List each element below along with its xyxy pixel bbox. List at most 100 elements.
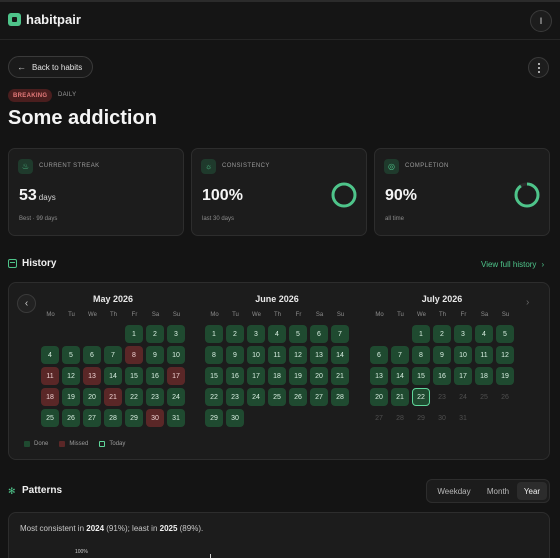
calendar-day-done[interactable]: 8 <box>412 346 430 364</box>
back-button[interactable]: ← Back to habits <box>8 56 94 78</box>
calendar-day-done[interactable]: 1 <box>412 325 430 343</box>
calendar-day-done[interactable]: 14 <box>331 346 349 364</box>
calendar-day-done[interactable]: 4 <box>41 346 59 364</box>
calendar-day-done[interactable]: 28 <box>331 388 349 406</box>
calendar-day-done[interactable]: 12 <box>496 346 514 364</box>
calendar-day-done[interactable]: 2 <box>433 325 451 343</box>
calendar-day-done[interactable]: 11 <box>475 346 493 364</box>
calendar-day-done[interactable]: 14 <box>391 367 409 385</box>
calendar-day-done[interactable]: 2 <box>146 325 164 343</box>
weekday-label: Mo <box>210 312 219 318</box>
calendar-day-done[interactable]: 8 <box>205 346 223 364</box>
calendar-day-done[interactable]: 3 <box>454 325 472 343</box>
calendar-day-done[interactable]: 27 <box>83 409 101 427</box>
calendar-day-done[interactable]: 28 <box>104 409 122 427</box>
calendar-day-done[interactable]: 16 <box>146 367 164 385</box>
calendar-day-done[interactable]: 31 <box>167 409 185 427</box>
calendar-day-done[interactable]: 4 <box>268 325 286 343</box>
consistency-ring <box>331 182 357 208</box>
calendar-day-future: 30 <box>438 414 446 422</box>
calendar-day-done[interactable]: 14 <box>104 367 122 385</box>
calendar-day-done[interactable]: 18 <box>475 367 493 385</box>
calendar-day-done[interactable]: 26 <box>62 409 80 427</box>
calendar-day-done[interactable]: 7 <box>391 346 409 364</box>
calendar-day-done[interactable]: 12 <box>62 367 80 385</box>
calendar-day-done[interactable]: 23 <box>226 388 244 406</box>
calendar-day-done[interactable]: 7 <box>104 346 122 364</box>
weekday-header: Mo Tu We Th Fr Sa Su <box>40 309 186 321</box>
calendar-day-done[interactable]: 20 <box>370 388 388 406</box>
tab-year[interactable]: Year <box>517 482 547 500</box>
tab-weekday[interactable]: Weekday <box>429 482 479 500</box>
calendar-day-done[interactable]: 20 <box>310 367 328 385</box>
calendar-day-done[interactable]: 24 <box>167 388 185 406</box>
completion-sub: all time <box>385 216 405 222</box>
calendar-day-done[interactable]: 9 <box>226 346 244 364</box>
calendar-day-done[interactable]: 13 <box>370 367 388 385</box>
calendar-day-missed[interactable]: 13 <box>83 367 101 385</box>
calendar-day-missed[interactable]: 17 <box>167 367 185 385</box>
previous-months-button[interactable]: ‹ <box>17 294 36 313</box>
month-calendar: July 2026 Mo Tu We Th Fr Sa Su 1 2 3 4 5 6 7 8 9 10 11 12 13… <box>369 294 515 429</box>
calendar-day-done[interactable]: 2 <box>226 325 244 343</box>
calendar-day-done[interactable]: 16 <box>226 367 244 385</box>
calendar-day-done[interactable]: 5 <box>496 325 514 343</box>
worst-year: 2025 <box>159 524 178 533</box>
view-full-history-link[interactable]: View full history › <box>481 260 544 269</box>
calendar-day-done[interactable]: 22 <box>125 388 143 406</box>
calendar-day-done[interactable]: 15 <box>412 367 430 385</box>
calendar-day-done[interactable]: 13 <box>310 346 328 364</box>
calendar-day-done[interactable]: 26 <box>289 388 307 406</box>
calendar-day-missed[interactable]: 11 <box>41 367 59 385</box>
calendar-day-done[interactable]: 11 <box>268 346 286 364</box>
calendar-day-done[interactable]: 19 <box>496 367 514 385</box>
calendar-day-missed[interactable]: 21 <box>104 388 122 406</box>
calendar-day-done[interactable]: 25 <box>268 388 286 406</box>
calendar-day-missed[interactable]: 18 <box>41 388 59 406</box>
calendar-day-done[interactable]: 3 <box>247 325 265 343</box>
calendar-day-done[interactable]: 19 <box>289 367 307 385</box>
calendar-day-done[interactable]: 5 <box>289 325 307 343</box>
calendar-day-done[interactable]: 9 <box>146 346 164 364</box>
calendar-day-done[interactable]: 17 <box>247 367 265 385</box>
calendar-day-done[interactable]: 18 <box>268 367 286 385</box>
calendar-day-done[interactable]: 30 <box>226 409 244 427</box>
calendar-day-done[interactable]: 12 <box>289 346 307 364</box>
calendar-day-done[interactable]: 23 <box>146 388 164 406</box>
calendar-day-done[interactable]: 10 <box>247 346 265 364</box>
calendar-day-done[interactable]: 4 <box>475 325 493 343</box>
calendar-day-done[interactable]: 6 <box>370 346 388 364</box>
calendar-day-done[interactable]: 10 <box>167 346 185 364</box>
calendar-day-done[interactable]: 5 <box>62 346 80 364</box>
calendar-day-today[interactable]: 22 <box>412 388 430 406</box>
streak-label: CURRENT STREAK <box>39 163 100 169</box>
calendar-day-missed[interactable]: 8 <box>125 346 143 364</box>
more-options-button[interactable] <box>528 57 549 78</box>
calendar-day-done[interactable]: 3 <box>167 325 185 343</box>
calendar-day-done[interactable]: 6 <box>83 346 101 364</box>
calendar-day-done[interactable]: 6 <box>310 325 328 343</box>
calendar-day-done[interactable]: 1 <box>125 325 143 343</box>
calendar-day-done[interactable]: 10 <box>454 346 472 364</box>
next-months-button[interactable]: › <box>526 297 529 308</box>
calendar-day-done[interactable]: 29 <box>205 409 223 427</box>
calendar-day-done[interactable]: 25 <box>41 409 59 427</box>
calendar-day-done[interactable]: 9 <box>433 346 451 364</box>
calendar-day-done[interactable]: 16 <box>433 367 451 385</box>
calendar-day-done[interactable]: 15 <box>205 367 223 385</box>
calendar-day-done[interactable]: 21 <box>391 388 409 406</box>
calendar-day-done[interactable]: 17 <box>454 367 472 385</box>
calendar-day-done[interactable]: 22 <box>205 388 223 406</box>
tab-month[interactable]: Month <box>479 482 517 500</box>
calendar-day-done[interactable]: 21 <box>331 367 349 385</box>
calendar-day-done[interactable]: 20 <box>83 388 101 406</box>
calendar-day-done[interactable]: 1 <box>205 325 223 343</box>
calendar-day-done[interactable]: 15 <box>125 367 143 385</box>
calendar-day-done[interactable]: 7 <box>331 325 349 343</box>
calendar-day-done[interactable]: 24 <box>247 388 265 406</box>
calendar-day-missed[interactable]: 30 <box>146 409 164 427</box>
calendar-day-done[interactable]: 29 <box>125 409 143 427</box>
calendar-day-done[interactable]: 27 <box>310 388 328 406</box>
calendar-day-done[interactable]: 19 <box>62 388 80 406</box>
user-menu-button[interactable]: I <box>530 10 552 32</box>
